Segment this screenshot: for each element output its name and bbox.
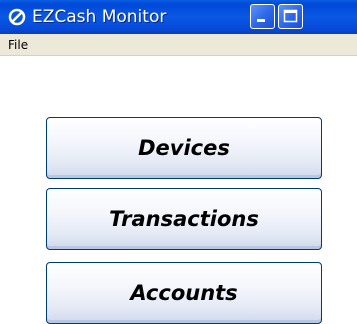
- menu-bar: File: [0, 34, 357, 56]
- menu-item-file[interactable]: File: [8, 37, 28, 53]
- devices-button-label: Devices: [138, 136, 230, 160]
- app-window: EZCash Monitor File Devices Transactions…: [0, 0, 357, 324]
- accounts-button[interactable]: Accounts: [46, 262, 322, 324]
- minimize-icon: [257, 19, 265, 22]
- disabled-circle-icon: [8, 8, 26, 26]
- window-title: EZCash Monitor: [32, 7, 167, 27]
- maximize-button[interactable]: [278, 4, 303, 29]
- title-bar[interactable]: EZCash Monitor: [0, 0, 357, 34]
- close-button-clip: [332, 4, 357, 29]
- transactions-button[interactable]: Transactions: [46, 188, 322, 250]
- accounts-button-label: Accounts: [130, 281, 238, 305]
- maximize-icon: [283, 9, 298, 23]
- transactions-button-label: Transactions: [109, 207, 259, 231]
- devices-button[interactable]: Devices: [46, 117, 322, 179]
- minimize-button[interactable]: [250, 4, 275, 29]
